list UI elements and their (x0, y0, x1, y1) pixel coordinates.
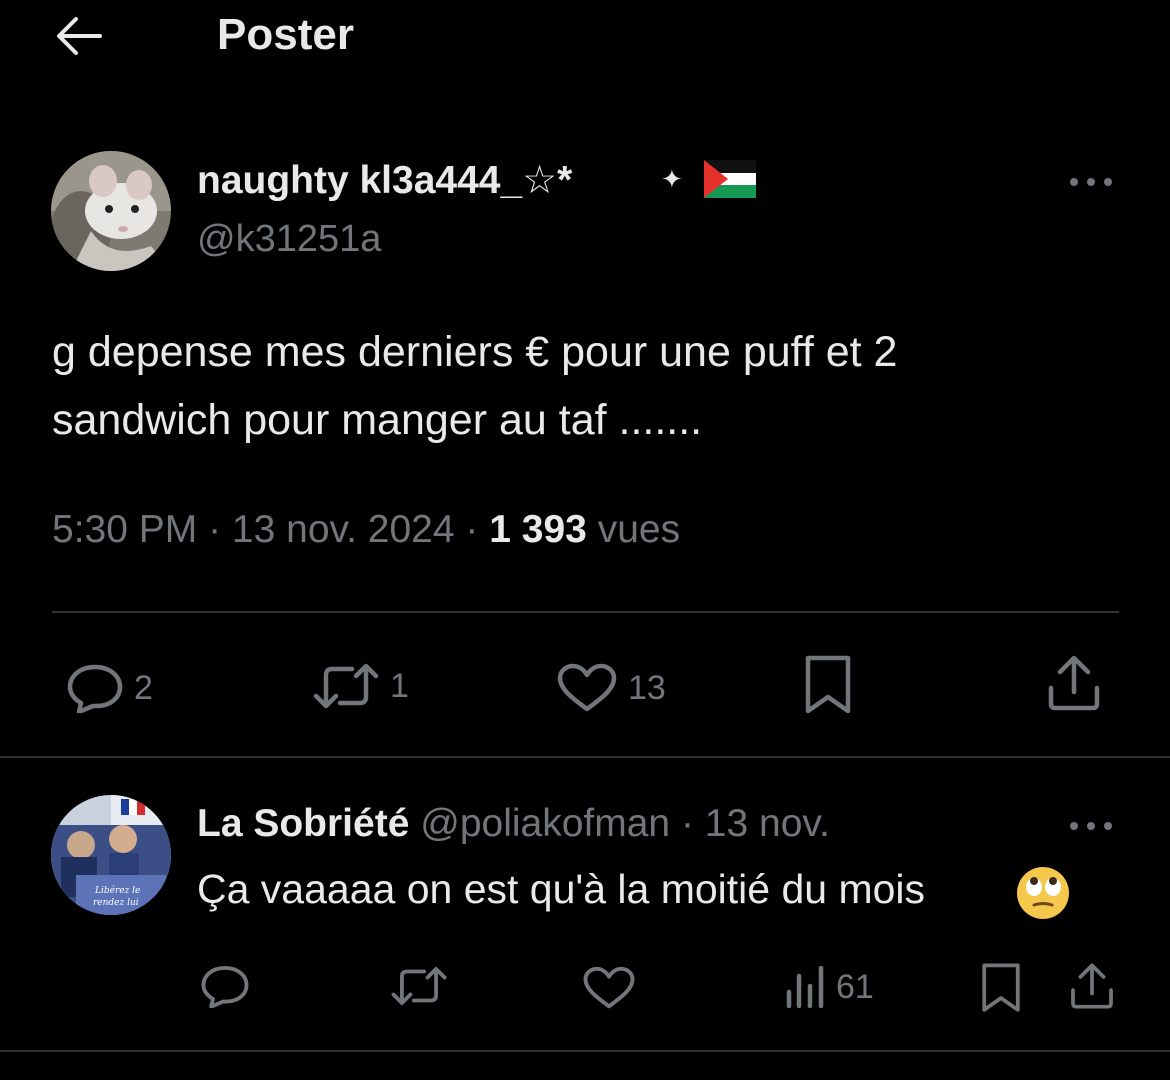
bookmark-icon (982, 963, 1020, 1012)
reply-more-options-button[interactable] (1066, 811, 1116, 841)
reply-author-avatar[interactable]: Libérez le rendez lui (51, 795, 171, 915)
repost-button[interactable]: 1 (312, 663, 409, 709)
top-bar: Poster (0, 0, 1170, 80)
heart-icon (557, 663, 617, 712)
share-button[interactable] (1045, 654, 1103, 712)
mouse-avatar-image (51, 151, 171, 271)
separator-dot: · (208, 508, 232, 551)
bookmark-button[interactable] (803, 654, 853, 716)
reply-header: La Sobriété @poliakofman · 13 nov. (197, 802, 830, 846)
tweet-time: 5:30 PM (52, 508, 198, 551)
divider (0, 1050, 1170, 1052)
reply-share-button[interactable] (1068, 962, 1116, 1010)
reply-author-name[interactable]: La Sobriété (197, 802, 409, 845)
reply-button[interactable]: 2 (66, 663, 153, 713)
reply-text: Ça vaaaaa on est qu'à la moitié du mois (197, 866, 926, 912)
back-button[interactable] (52, 14, 104, 58)
sparkle-icon: ✦ (661, 164, 683, 194)
more-options-button[interactable] (1066, 167, 1116, 197)
svg-text:rendez lui: rendez lui (93, 898, 139, 908)
reply-views-button[interactable]: 61 (784, 966, 874, 1008)
reply-like-button[interactable] (582, 966, 636, 1010)
view-count: 1 393 (489, 508, 587, 551)
reply-reply-button[interactable] (200, 964, 250, 1008)
views-label: vues (597, 508, 681, 551)
svg-text:Libérez le: Libérez le (94, 885, 140, 896)
divider (0, 756, 1170, 758)
separator-dot: · (680, 802, 705, 845)
comment-icon (201, 965, 249, 1008)
analytics-icon (786, 966, 824, 1008)
author-handle[interactable]: @k31251a (197, 218, 381, 261)
reply-repost-button[interactable] (390, 966, 448, 1006)
palestine-flag-icon (704, 160, 756, 198)
repost-icon (313, 663, 379, 709)
page-title: Poster (217, 10, 354, 59)
repost-count: 1 (390, 666, 409, 705)
reply-date[interactable]: 13 nov. (705, 802, 830, 845)
comment-icon (67, 664, 123, 713)
bookmark-icon (805, 655, 851, 714)
crowd-avatar-image: Libérez le rendez lui (51, 795, 171, 915)
tweet-date[interactable]: 13 nov. 2024 (232, 508, 455, 551)
share-icon (1071, 963, 1113, 1009)
separator-dot: · (465, 508, 490, 551)
reply-view-count: 61 (836, 967, 874, 1006)
reply-count: 2 (134, 668, 153, 707)
reply-bookmark-button[interactable] (980, 962, 1022, 1014)
reply-author-handle[interactable]: @poliakofman (420, 802, 670, 845)
tweet-text: g depense mes derniers € pour une puff e… (52, 328, 898, 444)
divider (52, 611, 1119, 613)
rolling-eyes-emoji-icon (1017, 867, 1069, 919)
author-avatar[interactable] (51, 151, 171, 271)
author-name[interactable]: naughty kl3a444_☆* (197, 158, 572, 203)
arrow-left-icon (57, 17, 102, 55)
repost-icon (391, 967, 447, 1005)
heart-icon (583, 966, 635, 1009)
tweet-metadata: 5:30 PM · 13 nov. 2024 · 1 393 vues (52, 508, 680, 552)
like-count: 13 (628, 668, 666, 707)
like-button[interactable]: 13 (556, 663, 666, 713)
share-icon (1048, 655, 1100, 711)
